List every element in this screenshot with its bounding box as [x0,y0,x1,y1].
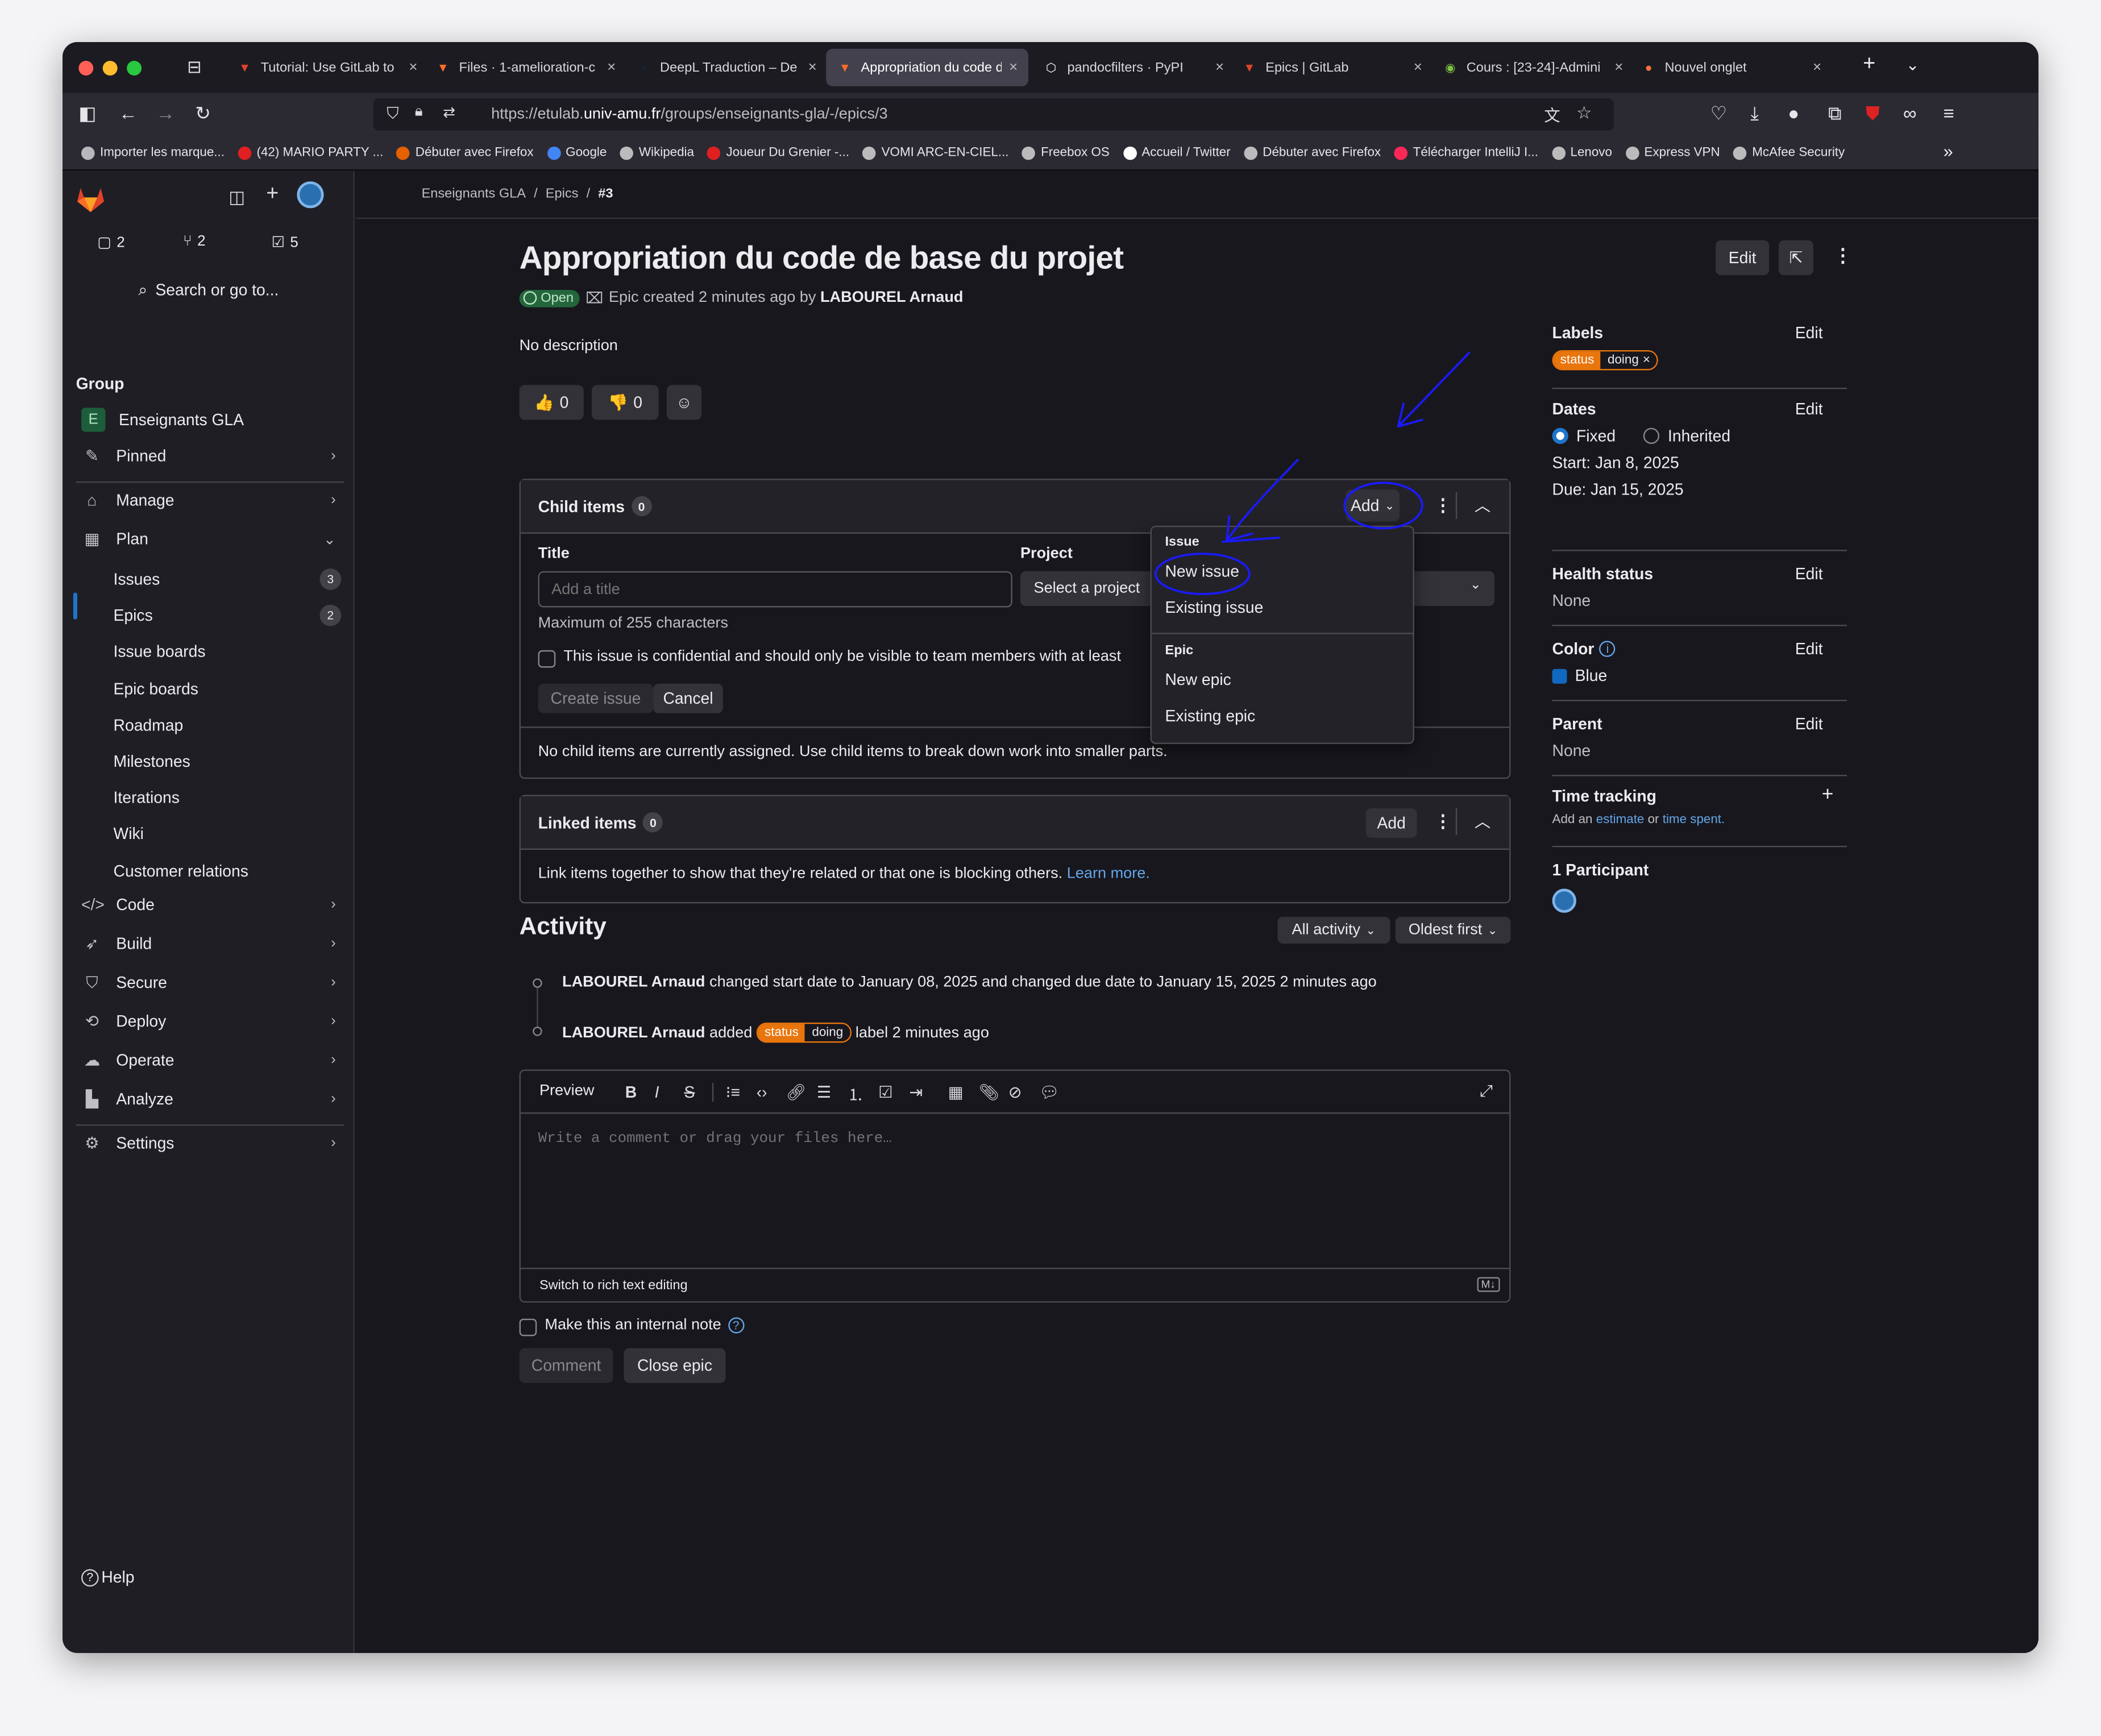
annotation-circle-new-issue [1155,553,1251,595]
annotation-arrow-new-issue [1226,459,1299,542]
annotation-overlay [1155,351,1471,595]
annotation-circle-add [1343,481,1423,530]
browser-window: ⊟ ▼ Tutorial: Use GitLab to × ▼ Files · 1-a… [63,42,2038,1653]
annotation-arrow-add [1397,351,1471,428]
